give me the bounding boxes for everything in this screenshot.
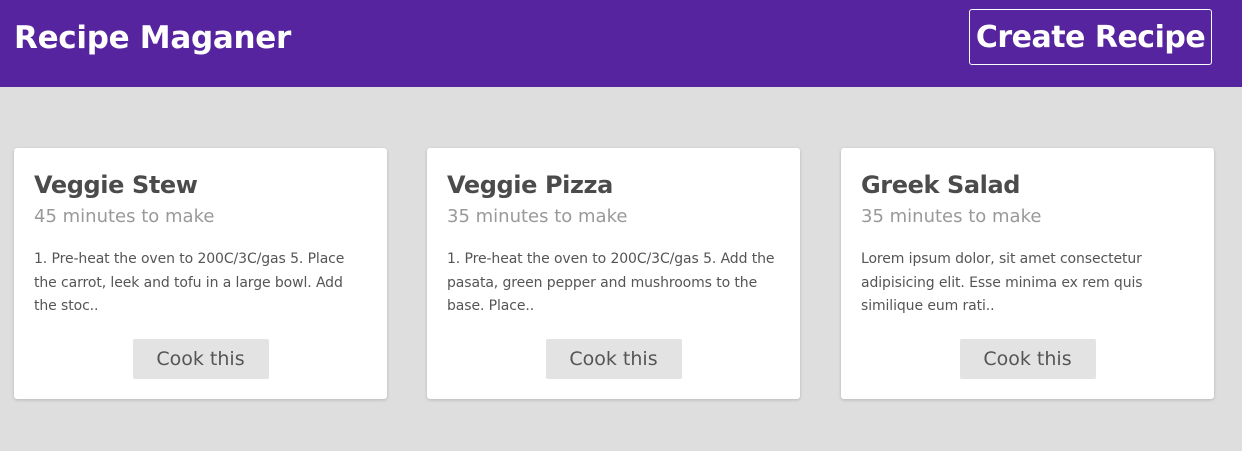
cook-this-button[interactable]: Cook this [132,339,269,379]
create-recipe-button[interactable]: Create Recipe [969,9,1212,65]
app-header: Recipe Maganer Create Recipe [0,0,1242,87]
recipe-title: Veggie Stew [34,171,198,199]
cook-this-button[interactable]: Cook this [959,339,1096,379]
recipe-time: 45 minutes to make [34,206,215,227]
recipe-card: Greek Salad 35 minutes to make Lorem ips… [841,148,1214,399]
recipe-description: 1. Pre-heat the oven to 200C/3C/gas 5. A… [447,251,775,314]
recipe-title: Greek Salad [861,171,1021,199]
recipe-description: 1. Pre-heat the oven to 200C/3C/gas 5. P… [34,251,345,314]
recipe-card: Veggie Stew 45 minutes to make 1. Pre-he… [14,148,387,399]
recipe-title: Veggie Pizza [447,171,613,199]
recipe-time: 35 minutes to make [861,206,1042,227]
recipe-card: Veggie Pizza 35 minutes to make 1. Pre-h… [427,148,800,399]
app-brand[interactable]: Recipe Maganer [14,18,291,58]
cook-this-button[interactable]: Cook this [545,339,682,379]
recipe-description: Lorem ipsum dolor, sit amet consectetur … [861,251,1143,314]
recipe-time: 35 minutes to make [447,206,628,227]
